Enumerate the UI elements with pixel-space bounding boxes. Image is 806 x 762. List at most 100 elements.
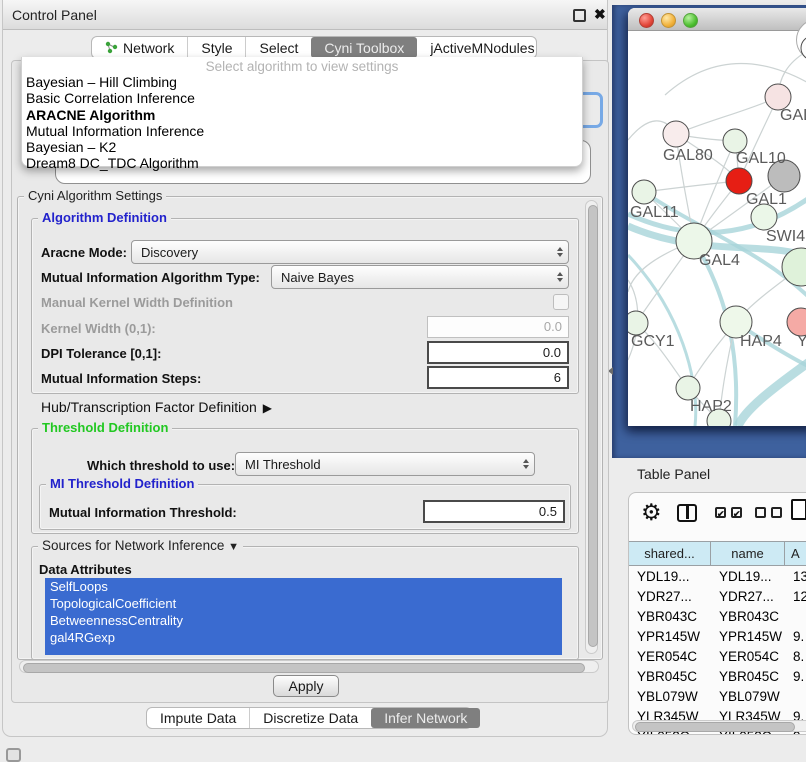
table-row[interactable]: YDL19...YDL19...13 bbox=[629, 566, 806, 586]
minimize-traffic-light[interactable] bbox=[661, 13, 676, 28]
kernel-width-field[interactable]: 0.0 bbox=[427, 316, 569, 338]
mi-algorithm-type-label: Mutual Information Algorithm Type: bbox=[41, 270, 260, 285]
mi-algorithm-type-value: Naive Bayes bbox=[281, 270, 354, 285]
gear-icon[interactable]: ⚙ bbox=[641, 499, 662, 526]
collapsed-panel-icon[interactable] bbox=[6, 748, 21, 762]
list-item[interactable]: SelfLoops bbox=[45, 578, 562, 595]
table-panel-title: Table Panel bbox=[637, 466, 710, 482]
settings-group-title: Cyni Algorithm Settings bbox=[24, 188, 166, 203]
table-row[interactable]: YBL079WYBL079W bbox=[629, 686, 806, 706]
cell: YDL19... bbox=[629, 566, 711, 586]
scrollbar-thumb[interactable] bbox=[588, 205, 598, 647]
float-window-icon[interactable] bbox=[573, 9, 586, 22]
network-node[interactable] bbox=[628, 311, 648, 335]
table-row[interactable]: YER054CYER054C8. bbox=[629, 646, 806, 666]
dropdown-item[interactable]: Dream8 DC_TDC Algorithm bbox=[22, 155, 582, 171]
new-table-icon[interactable] bbox=[791, 499, 806, 520]
deselect-all-icon[interactable] bbox=[755, 507, 766, 518]
table-row[interactable]: YPR145WYPR145W9. bbox=[629, 626, 806, 646]
select-all-icon[interactable]: ✔ bbox=[731, 507, 742, 518]
mi-threshold-field[interactable]: 0.5 bbox=[423, 500, 565, 523]
apply-button[interactable]: Apply bbox=[273, 675, 339, 697]
cell bbox=[785, 686, 806, 706]
tab-infer-network[interactable]: Infer Network bbox=[371, 708, 480, 728]
spinner-icon bbox=[523, 459, 529, 469]
node-label: GAL bbox=[780, 107, 806, 124]
columns-icon[interactable] bbox=[677, 504, 697, 522]
dropdown-item[interactable]: Bayesian – K2 bbox=[22, 139, 582, 155]
tab-impute-data[interactable]: Impute Data bbox=[147, 708, 249, 728]
node-label: GAL4 bbox=[699, 252, 740, 269]
cell bbox=[785, 606, 806, 626]
network-canvas[interactable]: GAL GAL80 GAL10 GAL1 GAL11 SWI4 GAL4 GCY… bbox=[628, 31, 806, 426]
cell: 9. bbox=[785, 626, 806, 646]
node-label: GAL80 bbox=[663, 147, 713, 164]
tab-jactivemnodules[interactable]: jActiveMNodules bbox=[417, 37, 547, 58]
network-node[interactable] bbox=[632, 180, 656, 204]
dropdown-item-selected[interactable]: ARACNE Algorithm bbox=[22, 107, 582, 123]
tab-style[interactable]: Style bbox=[187, 37, 245, 58]
dropdown-item[interactable]: Mutual Information Inference bbox=[22, 123, 582, 139]
close-traffic-light[interactable] bbox=[639, 13, 654, 28]
dpi-tolerance-field[interactable]: 0.0 bbox=[427, 341, 569, 364]
list-item[interactable]: BetweennessCentrality bbox=[45, 612, 562, 629]
network-node[interactable] bbox=[676, 376, 700, 400]
which-threshold-select[interactable]: MI Threshold bbox=[235, 452, 535, 476]
mi-steps-field[interactable]: 6 bbox=[427, 366, 569, 389]
data-attributes-list[interactable]: SelfLoops TopologicalCoefficient Between… bbox=[45, 578, 562, 655]
cell: YBR045C bbox=[711, 666, 785, 686]
scrollbar-thumb[interactable] bbox=[23, 663, 585, 673]
tab-infer-network-label: Infer Network bbox=[384, 710, 467, 726]
tab-cyni-toolbox[interactable]: Cyni Toolbox bbox=[311, 37, 417, 58]
tab-select[interactable]: Select bbox=[245, 37, 311, 58]
dropdown-item[interactable]: Bayesian – Hill Climbing bbox=[22, 74, 582, 90]
list-item[interactable]: TopologicalCoefficient bbox=[45, 595, 562, 612]
select-all-icon[interactable]: ✔ bbox=[715, 507, 726, 518]
threshold-definition-title: Threshold Definition bbox=[38, 420, 172, 435]
dropdown-item[interactable]: Basic Correlation Inference bbox=[22, 90, 582, 106]
settings-vertical-scrollbar[interactable] bbox=[585, 200, 598, 654]
zoom-traffic-light[interactable] bbox=[683, 13, 698, 28]
tab-style-label: Style bbox=[201, 40, 232, 56]
node-label: GAL10 bbox=[736, 150, 786, 167]
node-label: SWI4 bbox=[766, 228, 805, 245]
close-icon[interactable]: ✖ bbox=[594, 6, 606, 23]
cell: YER054C bbox=[629, 646, 711, 666]
dpi-tolerance-label: DPI Tolerance [0,1]: bbox=[41, 346, 161, 361]
scrollbar-thumb[interactable] bbox=[635, 722, 795, 732]
list-item[interactable]: gal4RGexp bbox=[45, 629, 562, 646]
aracne-mode-label: Aracne Mode: bbox=[41, 245, 127, 260]
table-horizontal-scrollbar[interactable] bbox=[632, 720, 806, 732]
column-header[interactable]: name bbox=[711, 542, 785, 565]
cell: YDR27... bbox=[711, 586, 785, 606]
cell: YBL079W bbox=[711, 686, 785, 706]
tab-discretize-data[interactable]: Discretize Data bbox=[249, 708, 371, 728]
tab-impute-data-label: Impute Data bbox=[160, 710, 236, 726]
network-icon bbox=[105, 41, 118, 54]
settings-horizontal-scrollbar[interactable] bbox=[19, 660, 599, 673]
manual-kernel-width-checkbox[interactable] bbox=[553, 294, 569, 310]
deselect-all-icon[interactable] bbox=[771, 507, 782, 518]
tab-network[interactable]: Network bbox=[92, 37, 187, 58]
network-node[interactable] bbox=[663, 121, 689, 147]
table-header-row: shared... name A bbox=[629, 541, 806, 566]
table-row[interactable]: YBR045CYBR045C9. bbox=[629, 666, 806, 686]
network-node[interactable] bbox=[787, 308, 806, 336]
table-row[interactable]: YBR043CYBR043C bbox=[629, 606, 806, 626]
cell: 8. bbox=[785, 646, 806, 666]
sources-group-title[interactable]: Sources for Network Inference ▼ bbox=[38, 538, 243, 553]
column-header[interactable]: shared... bbox=[629, 542, 711, 565]
aracne-mode-select[interactable]: Discovery bbox=[131, 240, 569, 264]
table-panel: ⚙ ✔ ✔ shared... name A YDL19...YDL19...1… bbox=[628, 492, 806, 735]
network-node[interactable] bbox=[801, 36, 806, 60]
mi-algorithm-type-select[interactable]: Naive Bayes bbox=[271, 265, 569, 289]
network-window-titlebar[interactable] bbox=[628, 8, 806, 31]
node-label: GCY1 bbox=[631, 333, 675, 350]
cell: YBL079W bbox=[629, 686, 711, 706]
screen: Control Panel ✖ Network Style Select Cyn… bbox=[0, 0, 806, 762]
which-threshold-label: Which threshold to use: bbox=[87, 458, 235, 473]
hub-definition-expander[interactable]: Hub/Transcription Factor Definition▶ bbox=[41, 399, 272, 415]
column-header[interactable]: A bbox=[785, 542, 806, 565]
cell: YBR043C bbox=[711, 606, 785, 626]
table-row[interactable]: YDR27...YDR27...12 bbox=[629, 586, 806, 606]
